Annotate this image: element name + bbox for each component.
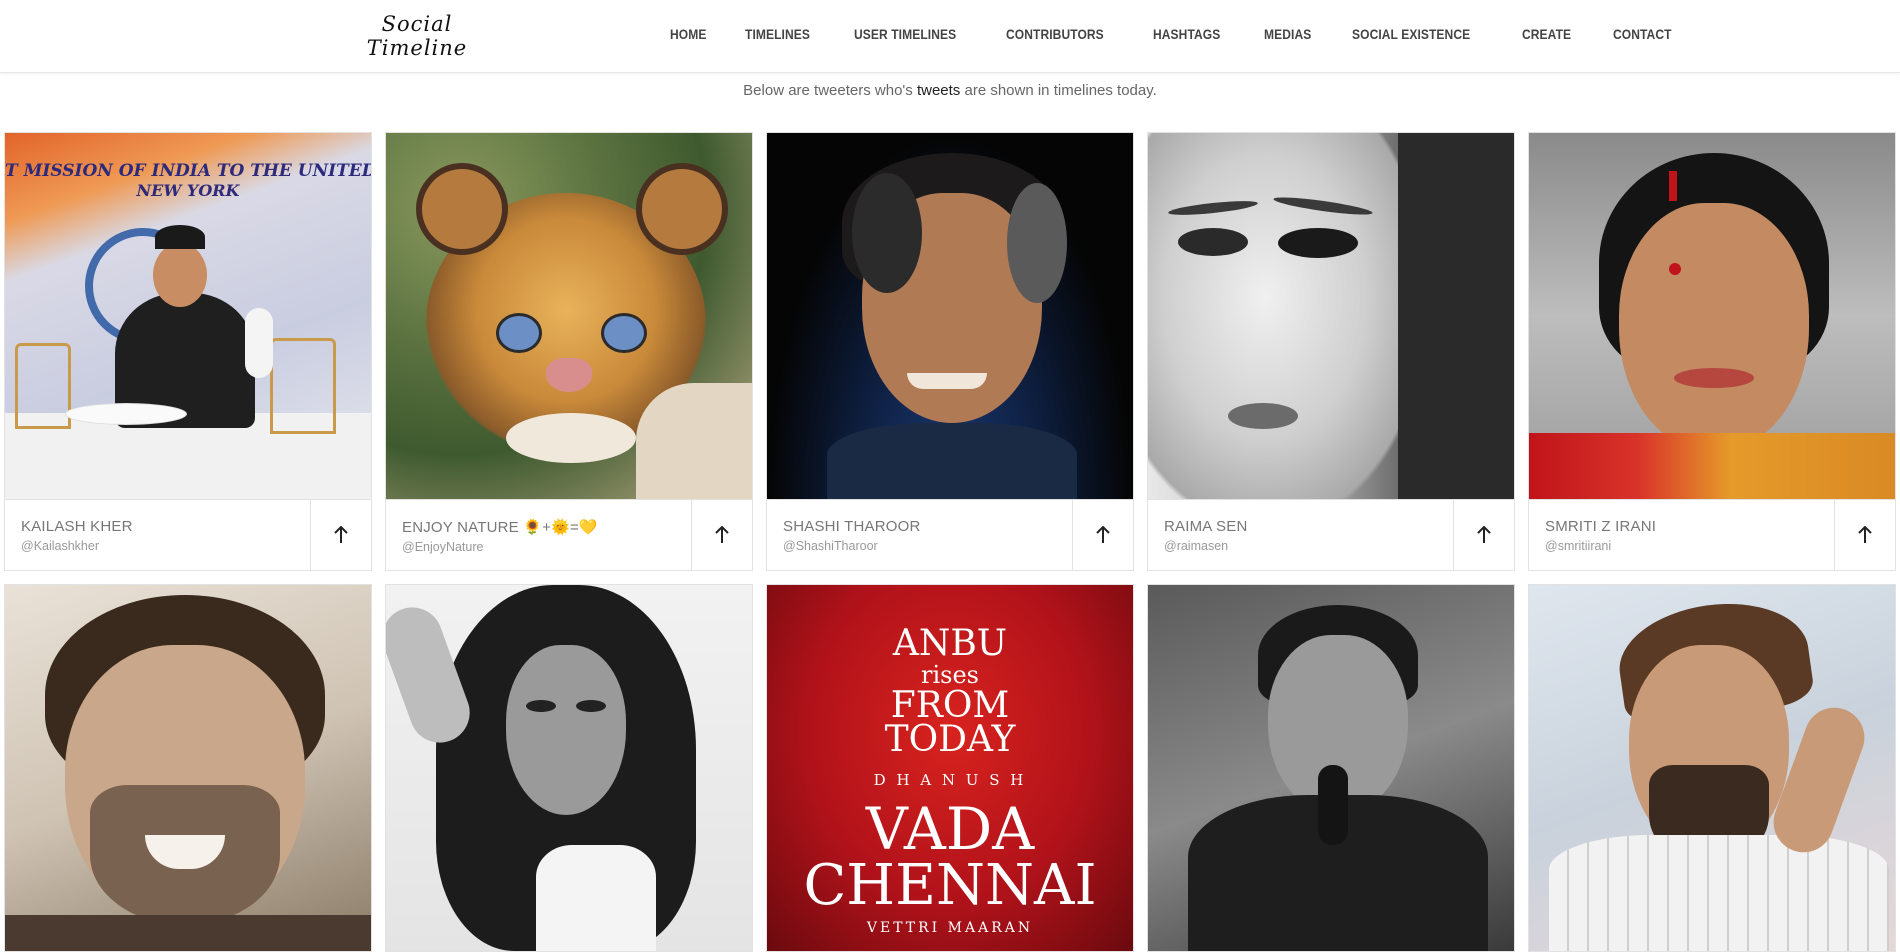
tweeter-card[interactable]: RAIMA SEN @raimasen <box>1147 132 1515 571</box>
nav-contributors[interactable]: CONTRIBUTORS <box>1006 26 1104 42</box>
intro-after: are shown in timelines today. <box>960 82 1157 99</box>
banner-text: T MISSION OF INDIA TO THE UNITED N <box>5 161 371 181</box>
poster-line-4: TODAY <box>884 719 1016 760</box>
arrow-up-icon <box>1477 526 1491 543</box>
profile-photo[interactable] <box>1529 585 1895 951</box>
card-info: SHASHI THAROOR @ShashiTharoor <box>767 499 1133 570</box>
nav-hashtags[interactable]: HASHTAGS <box>1153 26 1220 42</box>
tweeter-name[interactable]: ENJOY NATURE 🌻+🌞=💛 <box>402 518 675 536</box>
logo-line-1: Social <box>381 12 453 36</box>
profile-photo[interactable]: T MISSION OF INDIA TO THE UNITED N NEW Y… <box>5 133 371 499</box>
nav-create[interactable]: CREATE <box>1522 26 1571 42</box>
poster-line-8: VETTRI MAARAN <box>866 920 1034 936</box>
poster-line-5: D H A N U S H <box>873 771 1027 789</box>
site-header: Social Timeline HOME TIMELINES USER TIME… <box>0 0 1900 73</box>
tweeter-card[interactable]: ENJOY NATURE 🌻+🌞=💛 @EnjoyNature <box>385 132 753 571</box>
profile-photo[interactable] <box>767 133 1133 499</box>
tweeter-handle[interactable]: @EnjoyNature <box>402 540 675 554</box>
nav-contact[interactable]: CONTACT <box>1613 26 1672 42</box>
profile-photo[interactable] <box>1148 133 1514 499</box>
tweeter-name[interactable]: RAIMA SEN <box>1164 518 1437 535</box>
arrow-up-icon <box>1858 526 1872 543</box>
arrow-up-icon <box>334 526 348 543</box>
main-nav: HOME TIMELINES USER TIMELINES CONTRIBUTO… <box>670 26 1714 42</box>
tweeter-card[interactable] <box>1528 584 1896 952</box>
profile-photo[interactable] <box>386 585 752 951</box>
profile-photo[interactable] <box>5 585 371 951</box>
card-info: ENJOY NATURE 🌻+🌞=💛 @EnjoyNature <box>386 499 752 570</box>
intro-bold: tweets <box>916 82 961 99</box>
arrow-up-button[interactable] <box>310 500 371 570</box>
tweeter-name[interactable]: KAILASH KHER <box>21 518 294 535</box>
intro-before: Below are tweeters who's <box>743 82 917 99</box>
banner-text-2: NEW YORK <box>136 181 240 200</box>
poster-line-1: ANBU <box>892 623 1008 664</box>
tweeter-card[interactable] <box>4 584 372 952</box>
nav-user-timelines[interactable]: USER TIMELINES <box>854 26 956 42</box>
card-info: KAILASH KHER @Kailashkher <box>5 499 371 570</box>
tweeter-handle[interactable]: @smritiirani <box>1545 539 1818 553</box>
tweeter-name[interactable]: SHASHI THAROOR <box>783 518 1056 535</box>
tweeter-card[interactable]: SHASHI THAROOR @ShashiTharoor <box>766 132 1134 571</box>
intro-text: Below are tweeters who's tweets are show… <box>0 82 1900 99</box>
card-info: SMRITI Z IRANI @smritiirani <box>1529 499 1895 570</box>
nav-timelines[interactable]: TIMELINES <box>745 26 810 42</box>
tweeter-card[interactable] <box>385 584 753 952</box>
tweeter-handle[interactable]: @Kailashkher <box>21 539 294 553</box>
arrow-up-button[interactable] <box>691 500 752 570</box>
profile-photo[interactable] <box>1529 133 1895 499</box>
movie-poster[interactable]: ANBU rises FROM TODAY D H A N U S H VADA… <box>767 585 1133 951</box>
nav-social-existence[interactable]: SOCIAL EXISTENCE <box>1352 26 1470 42</box>
arrow-up-button[interactable] <box>1834 500 1895 570</box>
nav-medias[interactable]: MEDIAS <box>1264 26 1311 42</box>
tweeter-handle[interactable]: @raimasen <box>1164 539 1437 553</box>
arrow-up-icon <box>715 526 729 543</box>
arrow-up-button[interactable] <box>1453 500 1514 570</box>
logo-line-2: Timeline <box>366 36 468 60</box>
tweeter-card[interactable]: T MISSION OF INDIA TO THE UNITED N NEW Y… <box>4 132 372 571</box>
tweeter-card[interactable]: SMRITI Z IRANI @smritiirani <box>1528 132 1896 571</box>
tweeter-card[interactable]: ANBU rises FROM TODAY D H A N U S H VADA… <box>766 584 1134 952</box>
nav-home[interactable]: HOME <box>670 26 706 42</box>
poster-line-7: CHENNAI <box>803 853 1097 918</box>
tweeter-name[interactable]: SMRITI Z IRANI <box>1545 518 1818 535</box>
arrow-up-button[interactable] <box>1072 500 1133 570</box>
card-info: RAIMA SEN @raimasen <box>1148 499 1514 570</box>
tweeter-handle[interactable]: @ShashiTharoor <box>783 539 1056 553</box>
tweeter-grid: T MISSION OF INDIA TO THE UNITED N NEW Y… <box>4 132 1896 952</box>
profile-photo[interactable] <box>1148 585 1514 951</box>
arrow-up-icon <box>1096 526 1110 543</box>
tweeter-card[interactable] <box>1147 584 1515 952</box>
site-logo[interactable]: Social Timeline <box>362 12 472 60</box>
profile-photo[interactable] <box>386 133 752 499</box>
